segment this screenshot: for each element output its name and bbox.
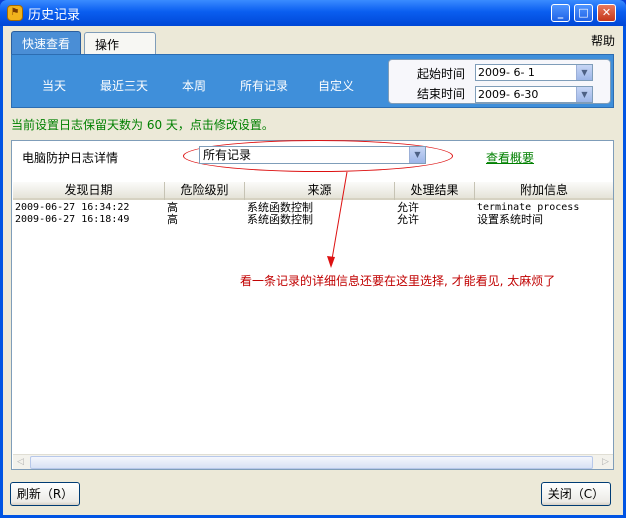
column-header-date[interactable]: 发现日期	[13, 182, 165, 200]
scrollbar-thumb[interactable]	[30, 456, 593, 469]
maximize-button[interactable]: □	[574, 4, 593, 22]
date-range-box: 起始时间 2009- 6- 1 ▼ 结束时间 2009- 6-30 ▼	[388, 59, 611, 104]
view-summary-link[interactable]: 查看概要	[486, 149, 534, 166]
start-date-picker[interactable]: 2009- 6- 1 ▼	[475, 64, 593, 81]
record-type-select[interactable]: 所有记录 ▼	[199, 146, 426, 164]
cell-risk: 高	[167, 213, 178, 226]
scroll-left-icon[interactable]: ◁	[13, 455, 28, 470]
start-date-value: 2009- 6- 1	[478, 66, 535, 79]
column-header-extra[interactable]: 附加信息	[475, 182, 613, 200]
cell-source: 系统函数控制	[247, 213, 313, 226]
quick-filter-panel: 当天 最近三天 本周 所有记录 自定义 起始时间 2009- 6- 1 ▼ 结束…	[11, 54, 614, 108]
horizontal-scrollbar[interactable]: ◁ ▷	[13, 454, 613, 469]
client-area: 快速查看 操作 帮助 当天 最近三天 本周 所有记录 自定义 起始时间 2009…	[3, 26, 623, 515]
title-bar[interactable]: ⚑ 历史记录 _ □ ✕	[0, 0, 626, 26]
refresh-button[interactable]: 刷新（R）	[10, 482, 80, 506]
log-detail-panel: 电脑防护日志详情 所有记录 ▼ 查看概要 发现日期 危险级别 来源 处理结果 附…	[11, 140, 614, 470]
tab-operations[interactable]: 操作	[84, 32, 156, 54]
cell-extra: 设置系统时间	[477, 213, 543, 226]
table-row[interactable]: 2009-06-27 16:18:49 高 系统函数控制 允许 设置系统时间	[13, 214, 613, 226]
filter-today[interactable]: 当天	[42, 77, 66, 94]
end-date-value: 2009- 6-30	[478, 88, 539, 101]
chevron-down-icon[interactable]: ▼	[409, 147, 425, 163]
chevron-down-icon[interactable]: ▼	[576, 65, 592, 80]
window-title: 历史记录	[28, 8, 81, 23]
retention-notice-link[interactable]: 当前设置日志保留天数为 60 天，点击修改设置。	[11, 116, 274, 133]
end-date-picker[interactable]: 2009- 6-30 ▼	[475, 86, 593, 103]
close-button[interactable]: 关闭（C）	[541, 482, 611, 506]
filter-last-three-days[interactable]: 最近三天	[100, 77, 148, 94]
help-link[interactable]: 帮助	[591, 32, 615, 49]
column-header-risk[interactable]: 危险级别	[165, 182, 245, 200]
app-logo-icon: ⚑	[7, 5, 23, 21]
filter-all-records[interactable]: 所有记录	[240, 77, 288, 94]
filter-this-week[interactable]: 本周	[182, 77, 206, 94]
annotation-text: 看一条记录的详细信息还要在这里选择, 才能看见, 太麻烦了	[240, 274, 556, 288]
app-window: ⚑ 历史记录 _ □ ✕ 快速查看 操作 帮助 当天 最近三天 本周 所有记录 …	[0, 0, 626, 518]
start-time-label: 起始时间	[417, 67, 466, 81]
end-time-label: 结束时间	[417, 87, 466, 101]
cell-result: 允许	[397, 213, 419, 226]
column-header-result[interactable]: 处理结果	[395, 182, 475, 200]
cell-date: 2009-06-27 16:18:49	[15, 214, 130, 225]
detail-label: 电脑防护日志详情	[22, 151, 119, 165]
record-type-value: 所有记录	[203, 148, 252, 162]
minimize-button[interactable]: _	[551, 4, 570, 22]
table-header: 发现日期 危险级别 来源 处理结果 附加信息	[13, 182, 613, 200]
scroll-right-icon[interactable]: ▷	[598, 455, 613, 470]
close-window-button[interactable]: ✕	[597, 4, 616, 22]
chevron-down-icon[interactable]: ▼	[576, 87, 592, 102]
column-header-source[interactable]: 来源	[245, 182, 395, 200]
tab-quick-view[interactable]: 快速查看	[11, 31, 82, 55]
cell-date: 2009-06-27 16:34:22	[15, 202, 130, 213]
filter-custom[interactable]: 自定义	[318, 77, 354, 94]
